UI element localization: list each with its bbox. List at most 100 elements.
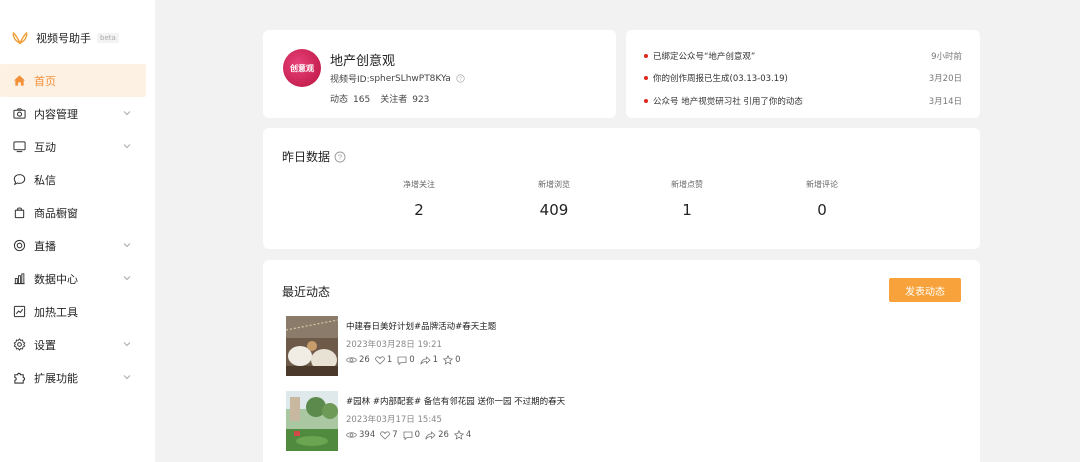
sidebar: 视频号助手 beta 首页 内容管理 互动 私信 商品橱窗 直播 数据中心 加热… [0, 0, 155, 462]
sidebar-item-content[interactable]: 内容管理 [0, 97, 146, 130]
sidebar-item-label: 加热工具 [34, 305, 78, 319]
sidebar-item-extensions[interactable]: 扩展功能 [0, 361, 146, 394]
eye-icon [346, 357, 357, 363]
metric-value: 0 [817, 201, 827, 219]
likes-count: 7 [392, 430, 398, 440]
favorites-count: 4 [465, 430, 472, 440]
notification-text: 已绑定公众号“地产创意观” [653, 52, 756, 62]
favorites-stat: 0 [443, 355, 461, 365]
metric-label: 净增关注 [403, 180, 435, 189]
sidebar-item-data-center[interactable]: 数据中心 [0, 262, 146, 295]
shopping-bag-icon [12, 206, 26, 220]
unread-dot [644, 54, 648, 58]
share-icon [425, 430, 436, 440]
comments-stat: 0 [403, 430, 420, 440]
notification-text: 你的创作周报已生成(03.13-03.19) [653, 74, 788, 84]
butterfly-logo-icon [12, 31, 28, 45]
chevron-down-icon[interactable] [122, 339, 132, 349]
notification-time: 3月20日 [928, 74, 962, 84]
star-icon [443, 355, 454, 365]
home-icon [12, 74, 26, 88]
svg-text:?: ? [459, 76, 462, 82]
metric-label: 新增浏览 [538, 180, 570, 189]
chevron-down-icon[interactable] [122, 240, 132, 250]
sidebar-item-label: 内容管理 [34, 107, 78, 121]
sidebar-item-messages[interactable]: 私信 [0, 163, 146, 196]
brand[interactable]: 视频号助手 beta [12, 29, 119, 47]
views-count: 26 [359, 355, 370, 365]
chevron-down-icon[interactable] [122, 141, 132, 151]
sidebar-item-label: 商品橱窗 [34, 206, 78, 220]
help-icon[interactable]: ? [334, 151, 346, 163]
sidebar-item-live[interactable]: 直播 [0, 229, 146, 262]
metric-value: 409 [539, 201, 569, 219]
chevron-down-icon[interactable] [122, 108, 132, 118]
favorites-count: 0 [455, 355, 461, 365]
account-id: 视频号ID: spherSLhwPT8KYa ? [330, 72, 465, 85]
metric-value: 2 [414, 201, 424, 219]
sidebar-nav: 首页 内容管理 互动 私信 商品橱窗 直播 数据中心 加热工具 设置 扩展功能 [0, 64, 155, 394]
recent-posts-title: 最近动态 [282, 285, 331, 299]
metric-net-followers[interactable]: 净增关注 2 [364, 179, 474, 219]
camera-icon [12, 107, 26, 121]
star-icon [453, 430, 464, 440]
views-stat: 26 [346, 355, 370, 365]
svg-text:?: ? [338, 152, 342, 161]
comments-count: 0 [414, 430, 421, 440]
sidebar-item-label: 扩展功能 [34, 371, 78, 385]
comments-stat: 0 [397, 355, 415, 365]
help-icon[interactable]: ? [456, 74, 465, 83]
metric-new-comments[interactable]: 新增评论 0 [767, 179, 877, 219]
shares-stat: 26 [425, 430, 449, 440]
sidebar-item-settings[interactable]: 设置 [0, 328, 146, 361]
post-title: 中建春日美好计划#品牌活动#春天主题 [346, 322, 497, 332]
shares-count: 1 [432, 355, 439, 365]
likes-stat: 1 [375, 355, 392, 365]
followers-label: 关注者 [380, 95, 408, 105]
comment-icon [397, 356, 407, 365]
notifications-card: 已绑定公众号“地产创意观” 9小时前 你的创作周报已生成(03.13-03.19… [626, 30, 980, 118]
post-stats: 26 1 0 1 0 [346, 355, 466, 365]
sidebar-item-home[interactable]: 首页 [0, 64, 146, 97]
metric-new-likes[interactable]: 新增点赞 1 [632, 179, 742, 219]
views-count: 394 [359, 430, 376, 440]
metric-new-views[interactable]: 新增浏览 409 [499, 179, 609, 219]
post-title: #园林 #内部配套# 备信有邻花园 送你一园 不过期的春天 [346, 397, 566, 407]
post-stats: 394 7 0 26 4 [346, 430, 476, 440]
sidebar-item-label: 直播 [34, 239, 56, 253]
sidebar-item-interaction[interactable]: 互动 [0, 130, 146, 163]
notification-item[interactable]: 公众号 地产视觉研习社 引用了你的动态 3月14日 [644, 94, 962, 108]
yesterday-data-title: 昨日数据 ? [282, 148, 346, 165]
chevron-down-icon[interactable] [122, 372, 132, 382]
views-stat: 394 [346, 430, 375, 440]
avatar[interactable]: 创意观 [283, 49, 321, 87]
message-icon [12, 173, 26, 187]
post-item[interactable]: #园林 #内部配套# 备信有邻花园 送你一园 不过期的春天 2023年03月17… [286, 391, 846, 455]
heart-icon [380, 430, 391, 440]
profile-card: 创意观 地产创意观 视频号ID: spherSLhwPT8KYa ? 动态 165 关… [263, 30, 616, 118]
account-id-label: 视频号ID: [330, 75, 370, 85]
account-id-value: spherSLhwPT8KYa [369, 73, 451, 84]
puzzle-icon [12, 371, 26, 385]
post-thumbnail[interactable] [286, 391, 338, 451]
shares-count: 26 [438, 430, 449, 440]
share-icon [420, 355, 431, 365]
notification-time: 3月14日 [928, 97, 962, 107]
sidebar-item-boost[interactable]: 加热工具 [0, 295, 146, 328]
metric-label: 新增评论 [806, 180, 838, 189]
metric-value: 1 [682, 201, 692, 219]
notification-item[interactable]: 已绑定公众号“地产创意观” 9小时前 [644, 49, 962, 63]
notification-text: 公众号 地产视觉研习社 引用了你的动态 [653, 97, 803, 107]
post-item[interactable]: 中建春日美好计划#品牌活动#春天主题 2023年03月28日 19:21 26 … [286, 316, 846, 380]
recent-posts-card: 最近动态 发表动态 中建春日美好计划#品牌活动#春天主题 2023年03月28日… [263, 260, 980, 462]
sidebar-item-label: 数据中心 [34, 272, 78, 286]
sidebar-item-shop[interactable]: 商品橱窗 [0, 196, 146, 229]
notification-item[interactable]: 你的创作周报已生成(03.13-03.19) 3月20日 [644, 71, 962, 85]
sidebar-item-label: 首页 [34, 74, 56, 88]
post-thumbnail[interactable] [286, 316, 338, 376]
publish-post-button[interactable]: 发表动态 [889, 278, 961, 302]
live-icon [12, 239, 26, 253]
shares-stat: 1 [420, 355, 438, 365]
trend-icon [12, 305, 26, 319]
chevron-down-icon[interactable] [122, 273, 132, 283]
